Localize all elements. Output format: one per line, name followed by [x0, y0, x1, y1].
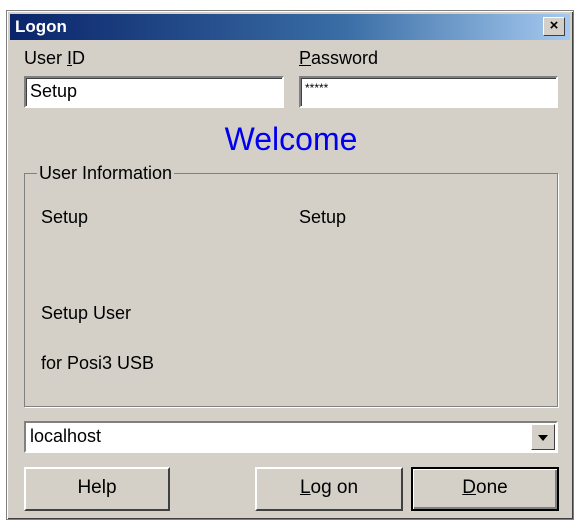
user-group-display: Setup	[299, 207, 347, 227]
full-name-display: Setup User	[41, 303, 132, 323]
help-button[interactable]: Help	[24, 467, 170, 511]
server-select[interactable]: localhost	[24, 421, 558, 453]
logon-dialog: Logon × User ID Setup Password ***** Wel…	[6, 10, 574, 520]
done-button[interactable]: Done	[411, 467, 559, 511]
user-id-label: User ID	[24, 48, 86, 68]
chevron-down-icon[interactable]	[531, 424, 555, 450]
close-icon: ×	[549, 17, 559, 34]
log-on-button[interactable]: Log on	[255, 467, 403, 511]
welcome-heading: Welcome	[224, 121, 358, 157]
user-information-legend: User Information	[37, 163, 175, 184]
title-bar[interactable]: Logon ×	[10, 14, 570, 40]
password-input[interactable]: *****	[299, 76, 558, 108]
window-title: Logon	[15, 17, 67, 36]
user-id-display: Setup	[41, 207, 89, 227]
server-select-value: localhost	[30, 426, 102, 446]
password-label: Password	[299, 48, 379, 68]
description-display: for Posi3 USB	[41, 353, 155, 373]
user-id-input[interactable]: Setup	[24, 76, 284, 108]
close-button[interactable]: ×	[543, 17, 565, 36]
